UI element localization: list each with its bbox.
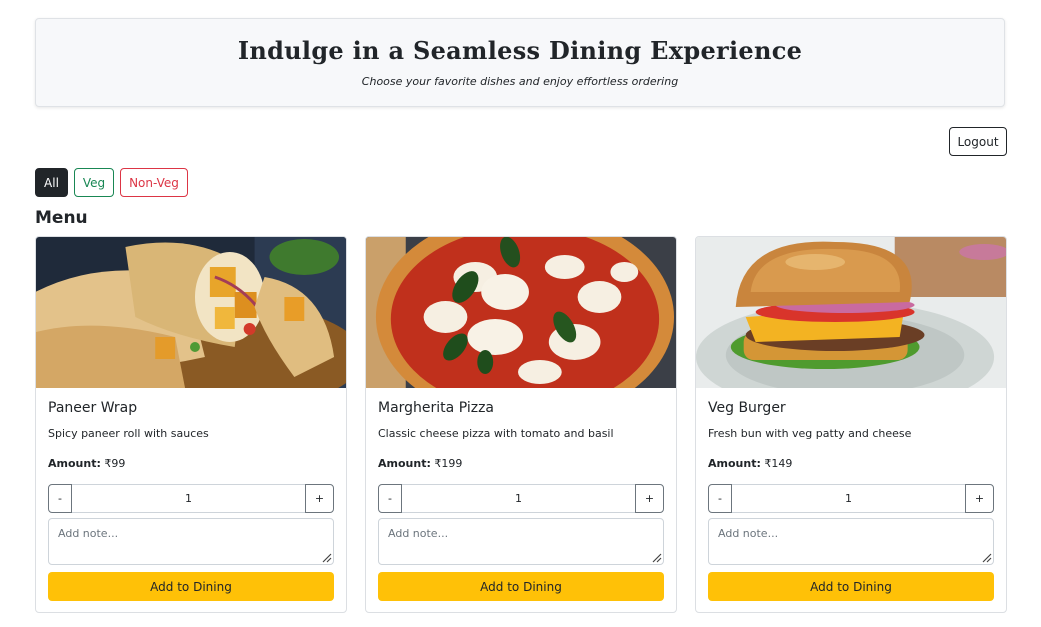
- note-textarea[interactable]: [708, 518, 994, 565]
- veg-burger-image: [696, 237, 1006, 388]
- menu-card-paneer-wrap: Paneer Wrap Spicy paneer roll with sauce…: [35, 236, 347, 613]
- quantity-stepper: - +: [48, 484, 334, 513]
- item-amount: Amount: ₹99: [48, 457, 125, 470]
- amount-label: Amount:: [48, 457, 101, 470]
- quantity-input[interactable]: [72, 484, 305, 513]
- menu-heading: Menu: [35, 208, 88, 228]
- quantity-stepper: - +: [708, 484, 994, 513]
- menu-card-veg-burger: Veg Burger Fresh bun with veg patty and …: [695, 236, 1007, 613]
- increase-quantity-button[interactable]: +: [965, 484, 994, 513]
- item-description: Classic cheese pizza with tomato and bas…: [378, 427, 614, 440]
- filter-nonveg-button[interactable]: Non-Veg: [120, 168, 188, 197]
- item-price: ₹99: [104, 457, 126, 470]
- decrease-quantity-button[interactable]: -: [48, 484, 72, 513]
- filter-all-button[interactable]: All: [35, 168, 68, 197]
- note-textarea[interactable]: [378, 518, 664, 565]
- decrease-quantity-button[interactable]: -: [708, 484, 732, 513]
- item-amount: Amount: ₹149: [708, 457, 792, 470]
- amount-label: Amount:: [708, 457, 761, 470]
- margherita-pizza-image: [366, 237, 676, 388]
- increase-quantity-button[interactable]: +: [635, 484, 664, 513]
- decrease-quantity-button[interactable]: -: [378, 484, 402, 513]
- note-textarea[interactable]: [48, 518, 334, 565]
- filter-group: All Veg Non-Veg: [35, 168, 188, 197]
- quantity-input[interactable]: [732, 484, 965, 513]
- amount-label: Amount:: [378, 457, 431, 470]
- filter-veg-button[interactable]: Veg: [74, 168, 114, 197]
- add-to-dining-button[interactable]: Add to Dining: [708, 572, 994, 601]
- item-name: Paneer Wrap: [48, 400, 138, 416]
- add-to-dining-button[interactable]: Add to Dining: [378, 572, 664, 601]
- paneer-wrap-image: [36, 237, 346, 388]
- item-description: Spicy paneer roll with sauces: [48, 427, 209, 440]
- increase-quantity-button[interactable]: +: [305, 484, 334, 513]
- add-to-dining-button[interactable]: Add to Dining: [48, 572, 334, 601]
- item-price: ₹149: [764, 457, 793, 470]
- page-title: Indulge in a Seamless Dining Experience: [237, 36, 803, 65]
- hero-banner: Indulge in a Seamless Dining Experience …: [35, 18, 1005, 107]
- item-price: ₹199: [434, 457, 463, 470]
- page-subtitle: Choose your favorite dishes and enjoy ef…: [361, 75, 679, 88]
- logout-button[interactable]: Logout: [949, 127, 1007, 156]
- menu-card-margherita-pizza: Margherita Pizza Classic cheese pizza wi…: [365, 236, 677, 613]
- quantity-stepper: - +: [378, 484, 664, 513]
- item-name: Veg Burger: [708, 400, 786, 416]
- item-name: Margherita Pizza: [378, 400, 495, 416]
- item-amount: Amount: ₹199: [378, 457, 462, 470]
- item-description: Fresh bun with veg patty and cheese: [708, 427, 912, 440]
- quantity-input[interactable]: [402, 484, 635, 513]
